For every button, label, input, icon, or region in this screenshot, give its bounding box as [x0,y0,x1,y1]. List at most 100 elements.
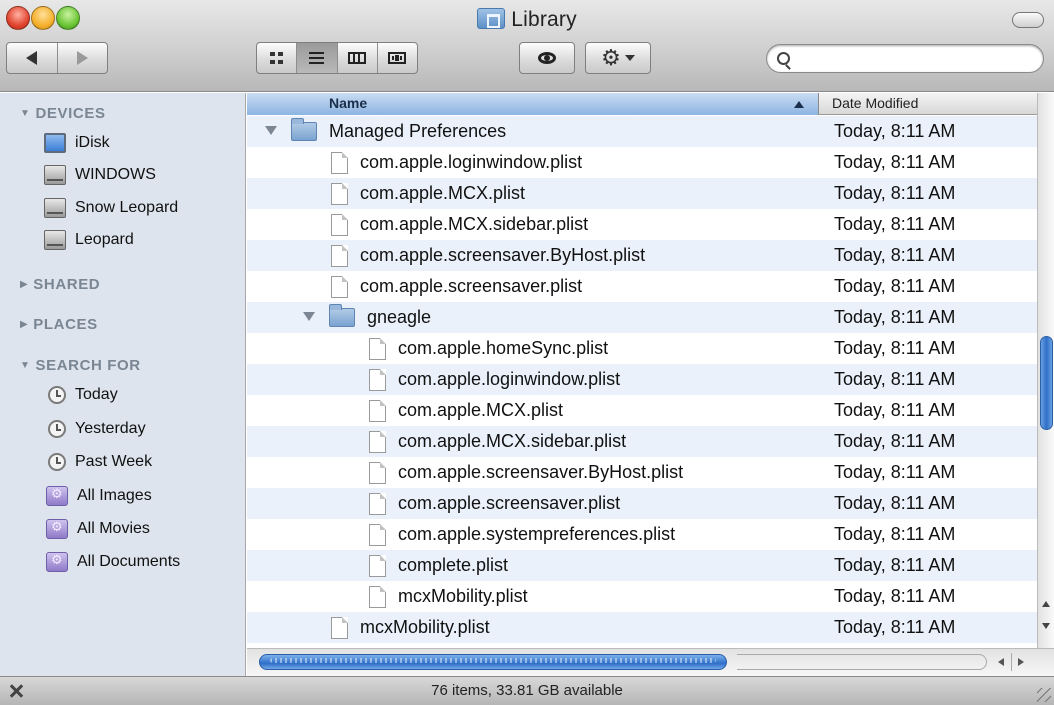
document-icon [331,182,348,205]
sidebar-item-windows[interactable]: WINDOWS [44,165,156,185]
cover-flow-icon [388,52,407,64]
back-button[interactable] [7,43,57,73]
file-row[interactable]: com.apple.loginwindow.plist Today, 8:11 A… [247,147,1037,178]
file-row[interactable]: com.apple.screensaver.ByHost.plist Today,… [247,457,1037,488]
file-row[interactable]: com.apple.loginwindow.plist Today, 8:11 A… [247,364,1037,395]
name-cell: com.apple.homeSync.plist [369,333,608,364]
document-icon [331,275,348,298]
file-name: com.apple.MCX.sidebar.plist [398,431,627,451]
file-row[interactable]: mcxMobility.plist Today, 8:11 AM [247,581,1037,612]
disclosure-closed-icon: ▶ [20,279,29,290]
file-row[interactable]: com.apple.MCX.plist Today, 8:11 AM [247,178,1037,209]
folder-row[interactable]: gneagle Today, 8:11 AM [247,302,1037,333]
library-folder-icon [477,8,506,29]
document-icon [369,554,386,577]
sidebar-item-idisk[interactable]: iDisk [44,133,110,153]
list-view-icon [309,52,325,64]
window-title-text: Library [511,8,577,31]
file-row[interactable]: com.apple.homeSync.plist Today, 8:11 AM [247,333,1037,364]
quick-look-button[interactable] [519,42,575,74]
resize-grip[interactable] [1037,688,1051,702]
icon-view-button[interactable] [257,43,296,73]
date-modified-cell: Today, 8:11 AM [834,338,956,358]
file-name: com.apple.loginwindow.plist [398,369,621,389]
horizontal-scroll-thumb[interactable] [259,654,727,670]
file-name: com.apple.screensaver.ByHost.plist [398,462,684,482]
document-icon [331,151,348,174]
scroll-right-arrow-icon[interactable] [1018,658,1024,666]
sidebar-header-shared[interactable]: ▶ SHARED [20,276,100,293]
sidebar-item-today[interactable]: Today [48,386,118,404]
file-name: Managed Preferences [329,121,507,141]
disclosure-triangle-icon[interactable] [303,312,315,321]
column-header-name[interactable]: Name [247,93,819,115]
sidebar-item-label: All Movies [77,520,150,537]
column-view-icon [348,52,367,64]
back-arrow-icon [26,51,38,65]
sidebar-item-all-images[interactable]: All Images [46,486,152,506]
cover-flow-button[interactable] [376,43,417,73]
file-row[interactable]: com.apple.systempreferences.plist Today, … [247,519,1037,550]
file-name: com.apple.MCX.sidebar.plist [360,214,589,234]
scroll-down-arrow-icon[interactable] [1042,623,1050,629]
sidebar-header-search-for[interactable]: ▼ SEARCH FOR [20,357,141,374]
sidebar-header-label: SEARCH FOR [35,357,141,374]
folder-icon [329,304,355,327]
status-bar: 76 items, 33.81 GB available [0,676,1054,705]
file-row[interactable]: com.apple.screensaver.plist Today, 8:11 A… [247,488,1037,519]
name-cell: com.apple.loginwindow.plist [331,147,582,178]
vertical-scroll-thumb[interactable] [1040,336,1053,430]
sidebar-item-yesterday[interactable]: Yesterday [48,420,146,438]
file-row[interactable]: complete.plist Today, 8:11 AM [247,550,1037,581]
scroll-up-arrow-icon[interactable] [1042,601,1050,607]
file-row[interactable]: mcxMobility.plist Today, 8:11 AM [247,612,1037,643]
file-row[interactable]: com.apple.MCX.sidebar.plist Today, 8:11 A… [247,426,1037,457]
date-modified-cell: Today, 8:11 AM [834,276,956,296]
forward-arrow-icon [76,51,88,65]
date-modified-cell: Today, 8:11 AM [834,214,956,234]
forward-button[interactable] [56,43,108,73]
disclosure-closed-icon: ▶ [20,319,29,330]
column-header-date-modified[interactable]: Date Modified [832,93,918,114]
sidebar-item-all-documents[interactable]: All Documents [46,552,180,572]
view-mode-control [256,42,418,74]
name-cell: com.apple.systempreferences.plist [369,519,675,550]
scroll-left-arrow-icon[interactable] [998,658,1004,666]
scroll-track [737,654,987,670]
file-name: com.apple.MCX.plist [398,400,564,420]
sidebar-item-all-movies[interactable]: All Movies [46,519,150,539]
date-modified-cell: Today, 8:11 AM [834,369,956,389]
document-icon [331,244,348,267]
name-cell: mcxMobility.plist [331,612,490,643]
date-modified-cell: Today, 8:11 AM [834,400,956,420]
sidebar-header-places[interactable]: ▶ PLACES [20,316,98,333]
vertical-scrollbar[interactable] [1037,93,1054,648]
document-icon [369,368,386,391]
file-name: com.apple.screensaver.plist [398,493,621,513]
hard-drive-icon [44,198,66,218]
name-cell: mcxMobility.plist [369,581,528,612]
horizontal-scrollbar[interactable] [247,648,1054,676]
folder-row[interactable]: Managed Preferences Today, 8:11 AM [247,116,1037,147]
chevron-down-icon [624,55,635,61]
sidebar-item-label: Today [75,386,118,403]
file-row[interactable]: com.apple.screensaver.ByHost.plist Today,… [247,240,1037,271]
file-name: com.apple.loginwindow.plist [360,152,583,172]
column-header-bar: Name Date Modified [247,93,1037,115]
search-input[interactable] [796,49,1016,68]
sidebar-item-snow-leopard[interactable]: Snow Leopard [44,198,178,218]
sidebar-item-past-week[interactable]: Past Week [48,453,152,471]
action-menu-button[interactable]: ⚙ [585,42,651,74]
disclosure-triangle-icon[interactable] [265,126,277,135]
file-row[interactable]: com.apple.screensaver.plist Today, 8:11 A… [247,271,1037,302]
sidebar-header-devices[interactable]: ▼ DEVICES [20,105,106,122]
search-field[interactable] [766,44,1044,73]
file-row[interactable]: com.apple.MCX.plist Today, 8:11 AM [247,395,1037,426]
sidebar-item-leopard[interactable]: Leopard [44,230,134,250]
column-view-button[interactable] [336,43,377,73]
file-row[interactable]: com.apple.MCX.sidebar.plist Today, 8:11 A… [247,209,1037,240]
file-name: com.apple.screensaver.plist [360,276,583,296]
clock-icon [48,386,66,404]
list-view-button[interactable] [296,43,337,73]
toolbar-toggle-button[interactable] [1012,12,1044,28]
